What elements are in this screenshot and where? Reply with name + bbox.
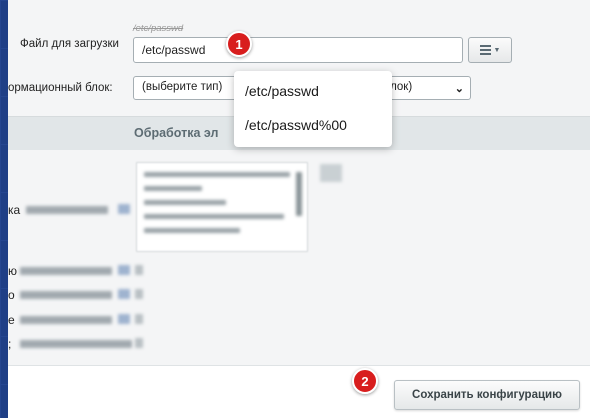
blurred-row-label [20, 267, 112, 275]
infoblock-select-value: (выберите тип) [142, 81, 223, 93]
row-label-3: о [8, 288, 15, 302]
autocomplete-option[interactable]: /etc/passwd [245, 83, 319, 99]
caret-down-icon: ▼ [493, 46, 501, 54]
autocomplete-dropdown: /etc/passwd /etc/passwd%00 [234, 71, 392, 147]
infoblock-label: ормационный блок: [8, 82, 113, 94]
blurred-scrollbar [296, 172, 302, 216]
blurred-icon [320, 164, 342, 182]
blurred-row-label [20, 316, 112, 324]
blurred-row-icon [135, 338, 143, 348]
blurred-row-label [20, 340, 132, 348]
row-label-5: ; [8, 337, 12, 351]
annotation-badge-1: 1 [226, 31, 252, 57]
blurred-text-line [144, 172, 290, 177]
blurred-row-icon [135, 265, 143, 275]
blurred-row-label [26, 206, 108, 214]
blurred-row-icon [118, 314, 130, 324]
file-input[interactable] [133, 37, 463, 63]
blurred-row-icon [118, 289, 130, 299]
blurred-row-label [20, 291, 112, 299]
footer-bar: Сохранить конфигурацию [8, 365, 590, 418]
file-label: Файл для загрузки [20, 38, 119, 50]
chevron-down-icon: ⌄ [454, 83, 464, 95]
hamburger-icon [479, 45, 491, 55]
blurred-row-icon [118, 265, 130, 275]
file-menu-button[interactable]: ▼ [468, 37, 512, 63]
blurred-text-line [144, 228, 240, 233]
blurred-row-icon [135, 314, 143, 324]
blurred-row-icon [118, 204, 130, 214]
blurred-text-line [144, 214, 284, 219]
section-header-title: Обработка эл [134, 126, 219, 140]
row-label-4: е [8, 313, 15, 327]
blurred-text-line [144, 200, 226, 205]
blurred-row-icon [135, 289, 143, 299]
autocomplete-option[interactable]: /etc/passwd%00 [245, 117, 347, 133]
blurred-text-line [144, 186, 202, 191]
save-configuration-button[interactable]: Сохранить конфигурацию [394, 380, 580, 410]
file-previous-value: /etc/passwd [133, 23, 184, 34]
row-label-2: ю [8, 264, 17, 278]
row-label-1: ка [8, 203, 21, 217]
annotation-badge-2: 2 [352, 368, 378, 394]
settings-content: ка ю о е ; [8, 150, 590, 365]
settings-panel: Файл для загрузки /etc/passwd ▼ ормацион… [8, 0, 590, 418]
